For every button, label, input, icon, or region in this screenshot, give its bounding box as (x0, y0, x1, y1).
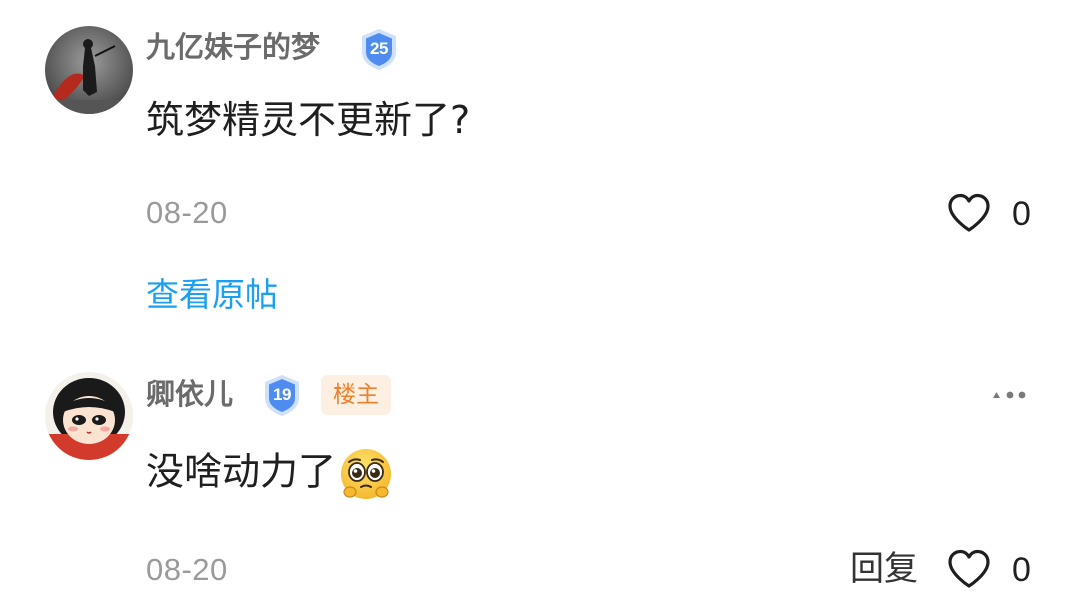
username[interactable]: 九亿妹子的梦 (146, 33, 320, 62)
like-count: 0 (1012, 551, 1031, 589)
heart-icon[interactable] (946, 192, 992, 234)
heart-icon[interactable] (946, 548, 992, 590)
level-badge: 19 (259, 372, 305, 418)
username[interactable]: 卿依儿 (146, 380, 233, 409)
comment-text: 没啥动力了 (146, 449, 337, 494)
avatar[interactable] (45, 26, 133, 114)
more-options-icon[interactable] (990, 385, 1030, 405)
like-count: 0 (1012, 195, 1031, 233)
level-number: 25 (370, 39, 388, 58)
view-original-post-link[interactable]: 查看原帖 (146, 278, 278, 311)
level-number: 19 (273, 385, 291, 404)
comment-text-row: 没啥动力了 (146, 446, 394, 502)
comment-date: 08-20 (146, 552, 228, 587)
comment-text: 筑梦精灵不更新了? (146, 98, 471, 142)
comment-date: 08-20 (146, 195, 228, 230)
thread-owner-badge: 楼主 (321, 375, 391, 415)
avatar[interactable] (45, 372, 133, 460)
reply-button[interactable]: 回复 (850, 552, 918, 586)
level-badge: 25 (356, 26, 402, 72)
pleading-face-emoji-icon (338, 446, 394, 502)
